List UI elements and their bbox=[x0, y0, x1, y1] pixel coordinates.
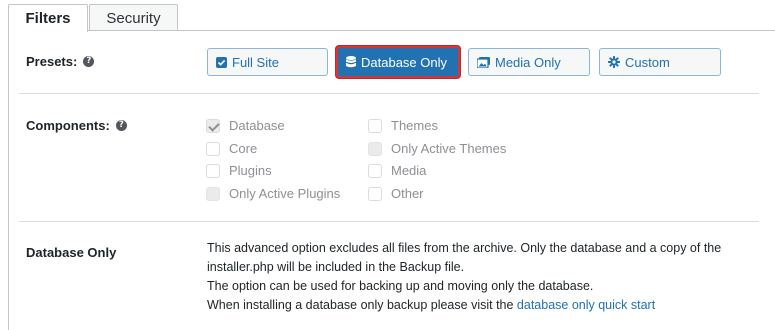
database-only-quick-start-link[interactable]: database only quick start bbox=[517, 298, 655, 312]
description-line: The option can be used for backing up an… bbox=[207, 279, 594, 293]
image-icon bbox=[477, 56, 490, 68]
description-line: This advanced option excludes all files … bbox=[207, 241, 722, 255]
checkbox[interactable] bbox=[206, 141, 220, 156]
help-icon[interactable]: ? bbox=[83, 56, 95, 67]
component-label: Plugins bbox=[229, 163, 272, 178]
component-label: Only Active Themes bbox=[391, 141, 507, 156]
preset-database-only-label: Database Only bbox=[361, 54, 447, 70]
component-database[interactable]: Database bbox=[206, 118, 285, 133]
component-label: Only Active Plugins bbox=[229, 186, 341, 201]
component-label: Other bbox=[391, 186, 424, 201]
component-plugins[interactable]: Plugins bbox=[206, 163, 272, 178]
presets-label: Presets: bbox=[26, 54, 78, 69]
database-only-label-group: Database Only bbox=[26, 245, 116, 260]
component-label: Database bbox=[229, 118, 285, 133]
component-other[interactable]: Other bbox=[368, 186, 424, 201]
presets-label-group: Presets: ? bbox=[26, 54, 95, 69]
filters-panel: Presets: ? Full Site Database Only Media… bbox=[8, 30, 775, 330]
divider bbox=[19, 93, 759, 94]
preset-database-only-button[interactable]: Database Only bbox=[336, 46, 460, 78]
checkbox-icon bbox=[216, 56, 227, 68]
checkbox[interactable] bbox=[206, 163, 220, 178]
tab-security[interactable]: Security bbox=[89, 4, 178, 31]
preset-media-only-label: Media Only bbox=[495, 54, 561, 70]
component-only-active-themes[interactable]: Only Active Themes bbox=[368, 141, 506, 156]
checkbox[interactable] bbox=[368, 141, 382, 156]
component-label: Core bbox=[229, 141, 258, 156]
component-themes[interactable]: Themes bbox=[368, 118, 438, 133]
component-label: Media bbox=[391, 163, 427, 178]
preset-full-site-button[interactable]: Full Site bbox=[207, 48, 328, 76]
component-label: Themes bbox=[391, 118, 438, 133]
database-only-heading: Database Only bbox=[26, 245, 117, 260]
help-icon[interactable]: ? bbox=[115, 120, 127, 131]
preset-full-site-label: Full Site bbox=[232, 54, 279, 70]
database-only-description: This advanced option excludes all files … bbox=[207, 239, 747, 315]
tab-filters[interactable]: Filters bbox=[8, 4, 88, 32]
checkbox[interactable] bbox=[206, 186, 220, 201]
preset-custom-label: Custom bbox=[625, 54, 670, 70]
component-media[interactable]: Media bbox=[368, 163, 426, 178]
divider bbox=[19, 221, 759, 222]
description-text: When installing a database only backup p… bbox=[207, 298, 517, 312]
description-line: installer.php will be included in the Ba… bbox=[207, 260, 465, 274]
component-core[interactable]: Core bbox=[206, 141, 257, 156]
preset-custom-button[interactable]: Custom bbox=[599, 48, 721, 76]
components-label-group: Components: ? bbox=[26, 118, 127, 133]
component-only-active-plugins[interactable]: Only Active Plugins bbox=[206, 186, 340, 201]
checkbox[interactable] bbox=[206, 118, 220, 133]
gear-icon bbox=[608, 56, 620, 68]
database-icon bbox=[346, 56, 356, 68]
preset-media-only-button[interactable]: Media Only bbox=[468, 48, 590, 76]
checkbox[interactable] bbox=[368, 163, 382, 178]
description-line: When installing a database only backup p… bbox=[207, 296, 747, 315]
checkbox[interactable] bbox=[368, 118, 382, 133]
components-label: Components: bbox=[26, 118, 110, 133]
checkbox[interactable] bbox=[368, 186, 382, 201]
